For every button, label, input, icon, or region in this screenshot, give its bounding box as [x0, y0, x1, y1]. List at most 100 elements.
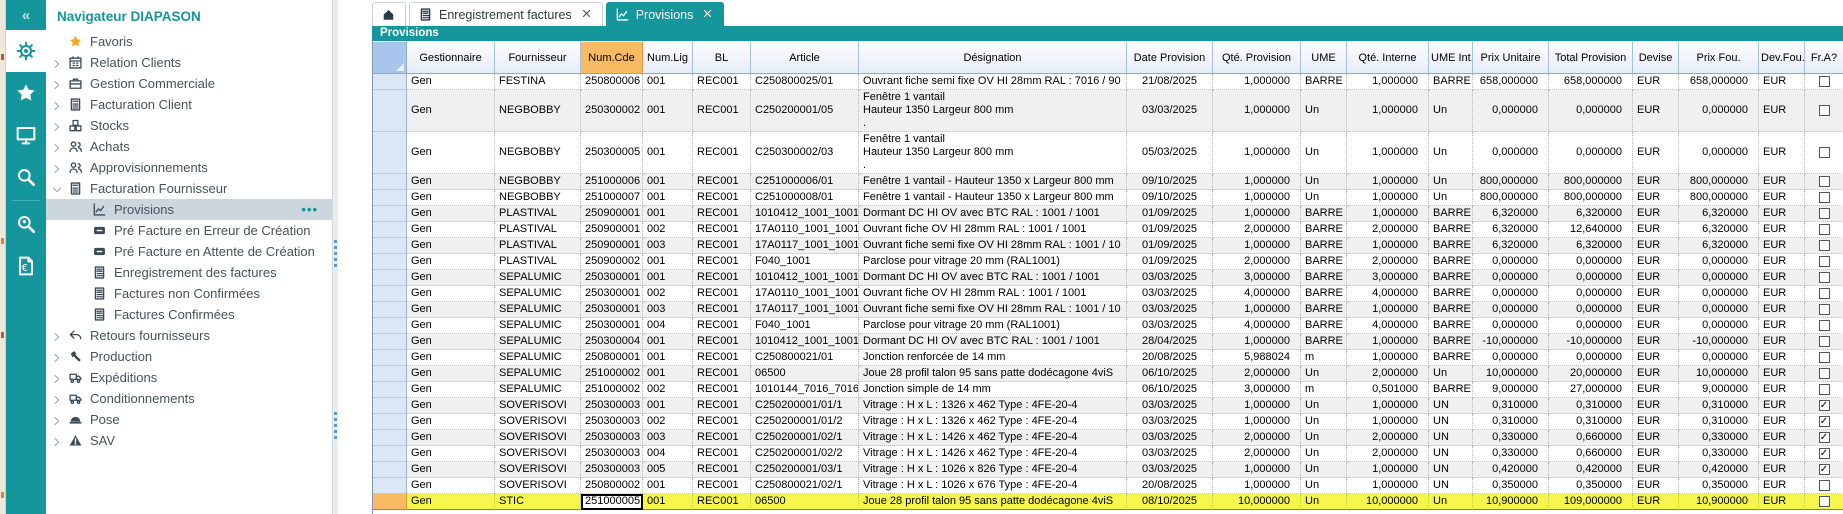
cell-fournisseur[interactable]: FESTINA: [495, 74, 581, 90]
cell-ume[interactable]: m: [1301, 350, 1347, 366]
checkbox-unchecked[interactable]: [1819, 105, 1830, 116]
cell-gestionnaire[interactable]: Gen: [407, 90, 495, 132]
cell-ume[interactable]: BARRE: [1301, 254, 1347, 270]
cell-article[interactable]: 1010144_7016_7016: [751, 382, 859, 398]
cell-qte_provision[interactable]: 1,000000: [1213, 414, 1301, 430]
cell-prix_unitaire[interactable]: 9,000000: [1473, 382, 1549, 398]
cell-prix_fou[interactable]: 9,000000: [1679, 382, 1759, 398]
cell-date_provision[interactable]: 03/03/2025: [1127, 318, 1213, 334]
cell-date_provision[interactable]: 06/10/2025: [1127, 366, 1213, 382]
chevron-right-icon[interactable]: [52, 330, 64, 342]
cell-designation[interactable]: Vitrage : H x L : 1326 x 462 Type : 4FE-…: [859, 414, 1127, 430]
cell-ume[interactable]: BARRE: [1301, 302, 1347, 318]
cell-dev_fou[interactable]: EUR: [1759, 494, 1805, 510]
cell-bl[interactable]: REC001: [693, 74, 751, 90]
cell-designation[interactable]: Ouvrant fiche OV HI 28mm RAL : 1001 / 10…: [859, 286, 1127, 302]
close-icon[interactable]: [582, 9, 593, 20]
cell-prix_fou[interactable]: 6,320000: [1679, 222, 1759, 238]
cell-fournisseur[interactable]: PLASTIVAL: [495, 254, 581, 270]
cell-total_provision[interactable]: 0,000000: [1549, 254, 1633, 270]
cell-qte_provision[interactable]: 2,000000: [1213, 254, 1301, 270]
sidebar-item-factures-confirm-es[interactable]: Factures Confirmées: [46, 304, 332, 325]
cell-num_cde[interactable]: 250300003: [581, 446, 643, 462]
cell-ume[interactable]: BARRE: [1301, 286, 1347, 302]
cell-num_lig[interactable]: 005: [643, 462, 693, 478]
cell-total_provision[interactable]: 12,640000: [1549, 222, 1633, 238]
cell-qte_provision[interactable]: 1,000000: [1213, 334, 1301, 350]
cell-devise[interactable]: EUR: [1633, 132, 1679, 174]
cell-num_cde[interactable]: 250300005: [581, 132, 643, 174]
cell-num_lig[interactable]: 001: [643, 174, 693, 190]
cell-ume_int[interactable]: BARRE: [1429, 254, 1473, 270]
cell-num_cde[interactable]: 251000002: [581, 366, 643, 382]
checkbox-checked[interactable]: ✓: [1819, 448, 1830, 459]
cell-devise[interactable]: EUR: [1633, 190, 1679, 206]
cell-fournisseur[interactable]: SEPALUMIC: [495, 286, 581, 302]
cell-gestionnaire[interactable]: Gen: [407, 382, 495, 398]
cell-prix_unitaire[interactable]: 6,320000: [1473, 206, 1549, 222]
sidebar-item-stocks[interactable]: Stocks: [46, 115, 332, 136]
cell-ume_int[interactable]: BARRE: [1429, 382, 1473, 398]
cell-gestionnaire[interactable]: Gen: [407, 132, 495, 174]
cell-ume[interactable]: Un: [1301, 132, 1347, 174]
cell-designation[interactable]: Vitrage : H x L : 1426 x 462 Type : 4FE-…: [859, 430, 1127, 446]
cell-bl[interactable]: REC001: [693, 382, 751, 398]
cell-bl[interactable]: REC001: [693, 90, 751, 132]
cell-bl[interactable]: REC001: [693, 302, 751, 318]
cell-ume_int[interactable]: BARRE: [1429, 206, 1473, 222]
cell-qte_interne[interactable]: 1,000000: [1347, 132, 1429, 174]
cell-ume[interactable]: BARRE: [1301, 74, 1347, 90]
cell-prix_fou[interactable]: 800,000000: [1679, 174, 1759, 190]
cell-qte_provision[interactable]: 1,000000: [1213, 174, 1301, 190]
sidebar-item-facturation-client[interactable]: Facturation Client: [46, 94, 332, 115]
cell-bl[interactable]: REC001: [693, 350, 751, 366]
cell-prix_fou[interactable]: 0,000000: [1679, 270, 1759, 286]
chevron-right-icon[interactable]: [52, 57, 64, 69]
cell-devise[interactable]: EUR: [1633, 318, 1679, 334]
cell-gestionnaire[interactable]: Gen: [407, 350, 495, 366]
cell-devise[interactable]: EUR: [1633, 302, 1679, 318]
cell-date_provision[interactable]: 28/04/2025: [1127, 334, 1213, 350]
column-header-ume[interactable]: UME: [1301, 41, 1347, 74]
cell-ume[interactable]: Un: [1301, 90, 1347, 132]
cell-prix_unitaire[interactable]: 800,000000: [1473, 174, 1549, 190]
cell-article[interactable]: 17A0117_1001_1001: [751, 302, 859, 318]
cell-num_lig[interactable]: 001: [643, 190, 693, 206]
row-selector[interactable]: [373, 90, 407, 132]
sidebar-item-production[interactable]: Production: [46, 346, 332, 367]
cell-gestionnaire[interactable]: Gen: [407, 74, 495, 90]
cell-num_lig[interactable]: 001: [643, 132, 693, 174]
cell-date_provision[interactable]: 21/08/2025: [1127, 74, 1213, 90]
cell-prix_unitaire[interactable]: 0,000000: [1473, 318, 1549, 334]
checkbox-checked[interactable]: ✓: [1819, 464, 1830, 475]
cell-bl[interactable]: REC001: [693, 206, 751, 222]
cell-devise[interactable]: EUR: [1633, 494, 1679, 510]
cell-ume[interactable]: BARRE: [1301, 334, 1347, 350]
cell-ume_int[interactable]: Un: [1429, 90, 1473, 132]
sidebar-item-pr-facture-en-attente-de-cr-ation[interactable]: Pré Facture en Attente de Création: [46, 241, 332, 262]
cell-dev_fou[interactable]: EUR: [1759, 430, 1805, 446]
cell-devise[interactable]: EUR: [1633, 430, 1679, 446]
cell-ume_int[interactable]: BARRE: [1429, 318, 1473, 334]
cell-qte_interne[interactable]: 1,000000: [1347, 350, 1429, 366]
cell-bl[interactable]: REC001: [693, 398, 751, 414]
cell-devise[interactable]: EUR: [1633, 286, 1679, 302]
cell-devise[interactable]: EUR: [1633, 206, 1679, 222]
cell-bl[interactable]: REC001: [693, 334, 751, 350]
cell-dev_fou[interactable]: EUR: [1759, 286, 1805, 302]
row-selector[interactable]: [373, 398, 407, 414]
cell-qte_interne[interactable]: 1,000000: [1347, 238, 1429, 254]
cell-num_lig[interactable]: 001: [643, 398, 693, 414]
cell-ume_int[interactable]: BARRE: [1429, 222, 1473, 238]
cell-article[interactable]: C251000008/01: [751, 190, 859, 206]
cell-ume[interactable]: Un: [1301, 366, 1347, 382]
cell-qte_interne[interactable]: 1,000000: [1347, 90, 1429, 132]
cell-devise[interactable]: EUR: [1633, 350, 1679, 366]
cell-dev_fou[interactable]: EUR: [1759, 398, 1805, 414]
checkbox-unchecked[interactable]: [1819, 176, 1830, 187]
cell-designation[interactable]: Dormant DC HI OV avec BTC RAL : 1001 / 1…: [859, 334, 1127, 350]
cell-designation[interactable]: Parclose pour vitrage 20 mm (RAL1001): [859, 254, 1127, 270]
chevron-right-icon[interactable]: [52, 99, 64, 111]
cell-devise[interactable]: EUR: [1633, 238, 1679, 254]
cell-num_lig[interactable]: 002: [643, 286, 693, 302]
